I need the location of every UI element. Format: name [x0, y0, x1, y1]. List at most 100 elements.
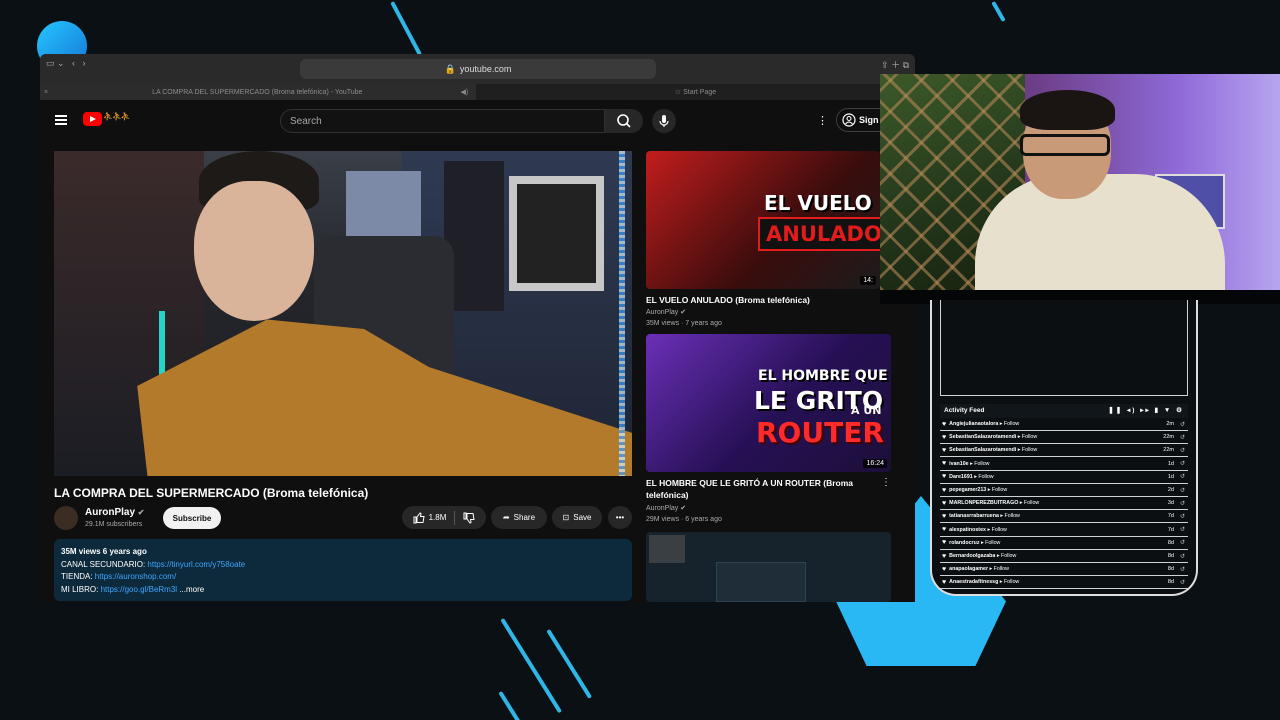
- browser-nav-controls[interactable]: ▭ ⌄ ‹ ›: [46, 58, 86, 69]
- recommended-menu-icon[interactable]: ⋮: [881, 477, 891, 488]
- search-button[interactable]: [605, 109, 643, 133]
- thumbnail-text: ROUTER: [756, 416, 884, 449]
- tab-start-page[interactable]: ☆ Start Page: [476, 84, 915, 100]
- video-duration: 16:24: [863, 459, 887, 468]
- event-type: Follow: [985, 539, 1001, 546]
- activity-feed-row[interactable]: ♥ Dare1691 ▸ Follow 1d ↺: [940, 471, 1188, 484]
- description-line: MI LIBRO: https://goo.gl/BeRm3l ...more: [61, 584, 205, 594]
- activity-feed-row[interactable]: ♥ alexpatinostex ▸ Follow 7d ↺: [940, 524, 1188, 537]
- event-type: Follow: [991, 487, 1008, 493]
- event-time: 8d: [1167, 566, 1174, 573]
- event-type: Follow: [974, 460, 990, 467]
- more-icon: •••: [615, 513, 625, 522]
- hamburger-menu-icon[interactable]: [55, 115, 67, 125]
- event-time: 7d: [1167, 513, 1174, 520]
- recommended-title[interactable]: EL VUELO ANULADO (Broma telefónica): [646, 294, 810, 306]
- video-description[interactable]: 35M views 6 years ago CANAL SECUNDARIO: …: [54, 539, 632, 601]
- thumbs-down-icon[interactable]: [463, 512, 475, 524]
- subscribe-button[interactable]: Subscribe: [163, 507, 221, 529]
- recommended-thumbnail[interactable]: EL VUELO ANULADO 14:: [646, 151, 880, 289]
- secondary-channel-link[interactable]: https://tinyurl.com/y758oate: [147, 560, 245, 569]
- replay-icon[interactable]: ↺: [1180, 539, 1185, 546]
- more-link[interactable]: ...more: [179, 585, 204, 594]
- decorative-stroke: [498, 690, 523, 720]
- phone-screen: [940, 300, 1188, 396]
- account-icon: [842, 113, 856, 127]
- replay-icon[interactable]: ↺: [1180, 513, 1185, 520]
- share-button[interactable]: ➦ Share: [491, 506, 547, 529]
- activity-feed-row[interactable]: ♥ tatianasrrabarruena ▸ Follow 7d ↺: [940, 510, 1188, 524]
- replay-icon[interactable]: ↺: [1180, 460, 1185, 467]
- recommended-meta: 35M views · 7 years ago: [646, 320, 722, 327]
- event-type: Follow: [1003, 579, 1020, 586]
- activity-feed-row[interactable]: ♥ Anaestradafitnessg ▸ Follow 8d ↺: [940, 576, 1188, 590]
- thumbs-up-icon: [413, 511, 425, 523]
- event-type: Follow: [1023, 500, 1040, 507]
- browser-actions[interactable]: ⇪ ＋ ⧉: [881, 58, 909, 71]
- activity-feed-row[interactable]: ♥ Bernardoolgazaba ▸ Follow 8d ↺: [940, 550, 1188, 563]
- share-icon: ➦: [502, 513, 510, 522]
- replay-icon[interactable]: ↺: [1180, 473, 1185, 480]
- search-icon: [617, 114, 631, 128]
- search-input[interactable]: Search: [280, 109, 605, 133]
- follower-name: alexpatinostex: [949, 526, 986, 533]
- recommended-channel[interactable]: AuronPlay ✔: [646, 308, 686, 316]
- youtube-doodle[interactable]: ⛹⛹⛹: [103, 112, 131, 121]
- activity-feed-row[interactable]: ♥ SebastianSalazarotamendi ▸ Follow 22m ↺: [940, 431, 1188, 445]
- channel-name[interactable]: AuronPlay ✔: [85, 507, 145, 518]
- save-button[interactable]: ⊡ Save: [552, 506, 602, 529]
- description-line: CANAL SECUNDARIO: https://tinyurl.com/y7…: [61, 559, 246, 569]
- replay-icon[interactable]: ↺: [1180, 447, 1185, 454]
- shop-link[interactable]: https://auronshop.com/: [95, 572, 176, 581]
- like-button[interactable]: 1.8M: [413, 511, 446, 524]
- follower-name: Angiejulianaotalora: [949, 421, 999, 427]
- settings-menu-icon[interactable]: ⋮: [817, 114, 828, 127]
- bookmark-icon: ⊡: [562, 513, 570, 522]
- activity-feed-row[interactable]: ♥ ivan10e ▸ Follow 1d ↺: [940, 458, 1188, 471]
- activity-feed-row[interactable]: ♥ MARLONPEREZBUITRAGO ▸ Follow 3d ↺: [940, 497, 1188, 511]
- replay-icon[interactable]: ↺: [1180, 566, 1185, 573]
- event-time: 8d: [1167, 579, 1174, 586]
- book-link[interactable]: https://goo.gl/BeRm3l: [101, 585, 177, 594]
- thumbnail-text: ANULADO: [758, 217, 880, 251]
- activity-feed-controls[interactable]: ❚❚ ◂) ▸▸ ▮ ▼ ⚙: [1108, 406, 1184, 414]
- event-type: Follow: [1000, 553, 1017, 559]
- recommended-channel[interactable]: AuronPlay ✔: [646, 504, 686, 512]
- sign-in-label: Sign: [859, 115, 879, 125]
- voice-search-button[interactable]: [652, 109, 676, 133]
- activity-feed-row[interactable]: ♥ rolandocruz ▸ Follow 8d ↺: [940, 537, 1188, 550]
- recommended-meta: 29M views · 6 years ago: [646, 516, 722, 523]
- recommended-thumbnail[interactable]: [646, 532, 891, 602]
- close-tab-icon[interactable]: ×: [44, 89, 48, 96]
- video-duration: 14:: [860, 276, 876, 285]
- heart-icon: ♥: [942, 539, 947, 547]
- activity-feed-row[interactable]: ♥ Angiejulianaotalora ▸ Follow 2m ↺: [940, 418, 1188, 431]
- replay-icon[interactable]: ↺: [1180, 421, 1185, 428]
- replay-icon[interactable]: ↺: [1180, 579, 1185, 586]
- activity-feed-row[interactable]: ♥ pepegamer213 ▸ Follow 2d ↺: [940, 484, 1188, 497]
- microphone-icon: [659, 115, 669, 127]
- youtube-logo[interactable]: [83, 112, 102, 126]
- video-player[interactable]: [54, 151, 632, 476]
- replay-icon[interactable]: ↺: [1180, 526, 1185, 533]
- channel-avatar[interactable]: [54, 506, 78, 530]
- replay-icon[interactable]: ↺: [1180, 553, 1185, 560]
- follower-name: SebastianSalazarotamendi: [949, 434, 1017, 441]
- activity-feed-row[interactable]: ♥ SebastianSalazarotamendi ▸ Follow 22m ↺: [940, 444, 1188, 458]
- browser-toolbar: ▭ ⌄ ‹ › 🔒 youtube.com ⇪ ＋ ⧉: [40, 54, 915, 84]
- heart-icon: ♥: [942, 420, 947, 428]
- more-actions-button[interactable]: •••: [608, 506, 632, 529]
- replay-icon[interactable]: ↺: [1180, 487, 1185, 494]
- heart-icon: ♥: [942, 526, 947, 534]
- recommended-thumbnail[interactable]: EL HOMBRE QUE LE GRITO A UN ROUTER 16:24: [646, 334, 891, 472]
- address-bar[interactable]: 🔒 youtube.com: [300, 59, 656, 79]
- replay-icon[interactable]: ↺: [1180, 434, 1185, 441]
- activity-feed-row[interactable]: ♥ anapaolagamer ▸ Follow 8d ↺: [940, 563, 1188, 577]
- decorative-stroke: [546, 628, 593, 699]
- decorative-stroke: [390, 1, 422, 56]
- replay-icon[interactable]: ↺: [1180, 500, 1185, 507]
- recommended-title[interactable]: EL HOMBRE QUE LE GRITÓ A UN ROUTER (Brom…: [646, 477, 853, 501]
- tab-youtube[interactable]: × LA COMPRA DEL SUPERMERCADO (Broma tele…: [40, 84, 476, 100]
- follower-name: MARLONPEREZBUITRAGO: [949, 500, 1019, 507]
- event-time: 1d: [1167, 473, 1174, 480]
